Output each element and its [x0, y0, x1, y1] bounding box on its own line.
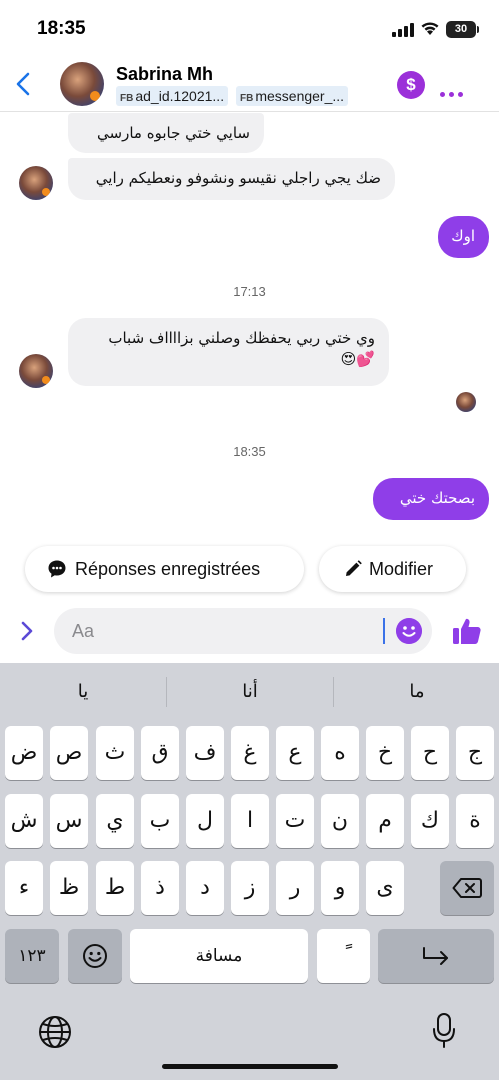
key[interactable]: غ	[231, 726, 269, 780]
keyboard: يا أنا ما ض ص ث ق ف غ ع ه خ ح ج ش س ي ب …	[0, 663, 499, 1080]
battery-indicator: 30	[446, 21, 476, 38]
status-time: 18:35	[37, 18, 86, 39]
key[interactable]: ب	[141, 794, 179, 848]
signal-icon	[392, 23, 414, 37]
outgoing-message[interactable]: اوك	[438, 216, 489, 258]
messenger-label: messenger_...	[255, 88, 345, 104]
microphone-icon[interactable]	[432, 1013, 456, 1049]
saved-replies-button[interactable]: Réponses enregistrées	[25, 546, 304, 592]
key[interactable]: س	[50, 794, 88, 848]
message-emoji: 💕😍	[340, 350, 375, 368]
suggestion-center[interactable]: أنا	[167, 681, 333, 702]
suggestion-right[interactable]: ما	[334, 681, 499, 702]
key[interactable]: ث	[96, 726, 134, 780]
space-key[interactable]: مسافة	[130, 929, 308, 983]
key[interactable]: د	[186, 861, 224, 915]
key[interactable]: ك	[411, 794, 449, 848]
message-composer[interactable]	[54, 608, 432, 654]
chat-bubble-icon	[48, 560, 66, 578]
key[interactable]: ج	[456, 726, 494, 780]
pencil-icon	[346, 560, 362, 576]
fb-icon: FB	[120, 93, 134, 104]
key[interactable]: ا	[231, 794, 269, 848]
ad-id-tag[interactable]: FB ad_id.12021...	[116, 86, 229, 106]
key[interactable]: ى	[366, 861, 404, 915]
key[interactable]: ط	[96, 861, 134, 915]
message-timestamp: 17:13	[233, 284, 266, 299]
key[interactable]: ت	[276, 794, 314, 848]
return-key[interactable]	[378, 929, 494, 983]
key[interactable]: ف	[186, 726, 224, 780]
message-timestamp: 18:35	[233, 444, 266, 459]
emoji-keyboard-icon	[83, 944, 107, 968]
saved-replies-label: Réponses enregistrées	[75, 559, 261, 579]
incoming-message[interactable]: سايي ختي جابوه مارسي	[68, 113, 264, 153]
dollar-icon[interactable]: $	[397, 71, 425, 99]
key[interactable]: ء	[5, 861, 43, 915]
status-bar: 18:35 30	[0, 0, 499, 56]
more-options-icon[interactable]	[440, 82, 468, 97]
key[interactable]: ر	[276, 861, 314, 915]
backspace-key[interactable]	[440, 861, 494, 915]
key[interactable]: ص	[50, 726, 88, 780]
diacritic-key[interactable]: ً	[317, 929, 370, 983]
home-indicator[interactable]	[162, 1064, 338, 1069]
fb-icon: FB	[240, 93, 254, 104]
read-receipt-avatar	[456, 392, 476, 412]
incoming-message[interactable]: ضك يجي راجلي نقيسو ونشوفو ونعطيكم رايي	[68, 158, 395, 200]
key[interactable]: خ	[366, 726, 404, 780]
key[interactable]: ل	[186, 794, 224, 848]
emoji-key[interactable]	[68, 929, 122, 983]
edit-label: Modifier	[369, 559, 434, 579]
conversation-header: Sabrina Mh FB ad_id.12021... FB messenger_…	[0, 56, 499, 112]
key[interactable]: ه	[321, 726, 359, 780]
battery-tip	[477, 26, 479, 33]
key[interactable]: ظ	[50, 861, 88, 915]
key[interactable]: ش	[5, 794, 43, 848]
message-text: وي ختي ربي يحفظك وصلني بزااااف شباب	[108, 329, 375, 347]
key[interactable]: م	[366, 794, 404, 848]
sender-avatar[interactable]	[19, 354, 53, 388]
incoming-message[interactable]: وي ختي ربي يحفظك وصلني بزااااف شباب 💕😍	[68, 318, 389, 386]
globe-icon[interactable]	[38, 1015, 72, 1049]
ad-id-label: ad_id.12021...	[135, 88, 225, 104]
emoji-icon[interactable]	[396, 618, 422, 644]
backspace-icon	[452, 878, 482, 898]
return-arrow-icon	[423, 947, 448, 965]
numbers-key[interactable]: ١٢٣	[5, 929, 59, 983]
text-cursor	[383, 618, 385, 644]
message-input[interactable]	[72, 616, 372, 646]
back-arrow-icon[interactable]	[12, 70, 36, 98]
suggestion-left[interactable]: يا	[0, 681, 166, 702]
thumbs-up-icon[interactable]	[452, 616, 482, 646]
wifi-icon	[421, 22, 439, 35]
key[interactable]: ض	[5, 726, 43, 780]
key[interactable]: ق	[141, 726, 179, 780]
key[interactable]: ي	[96, 794, 134, 848]
expand-chevron-icon[interactable]	[16, 618, 38, 644]
key[interactable]: ن	[321, 794, 359, 848]
sender-avatar[interactable]	[19, 166, 53, 200]
contact-avatar[interactable]	[60, 62, 104, 106]
messenger-tag[interactable]: FB messenger_...	[236, 86, 349, 106]
key[interactable]: و	[321, 861, 359, 915]
key[interactable]: ح	[411, 726, 449, 780]
key[interactable]: ع	[276, 726, 314, 780]
key[interactable]: ز	[231, 861, 269, 915]
outgoing-message[interactable]: بصحتك ختي	[373, 478, 489, 520]
contact-name[interactable]: Sabrina Mh	[116, 64, 213, 85]
key[interactable]: ة	[456, 794, 494, 848]
key[interactable]: ذ	[141, 861, 179, 915]
edit-button[interactable]: Modifier	[319, 546, 466, 592]
